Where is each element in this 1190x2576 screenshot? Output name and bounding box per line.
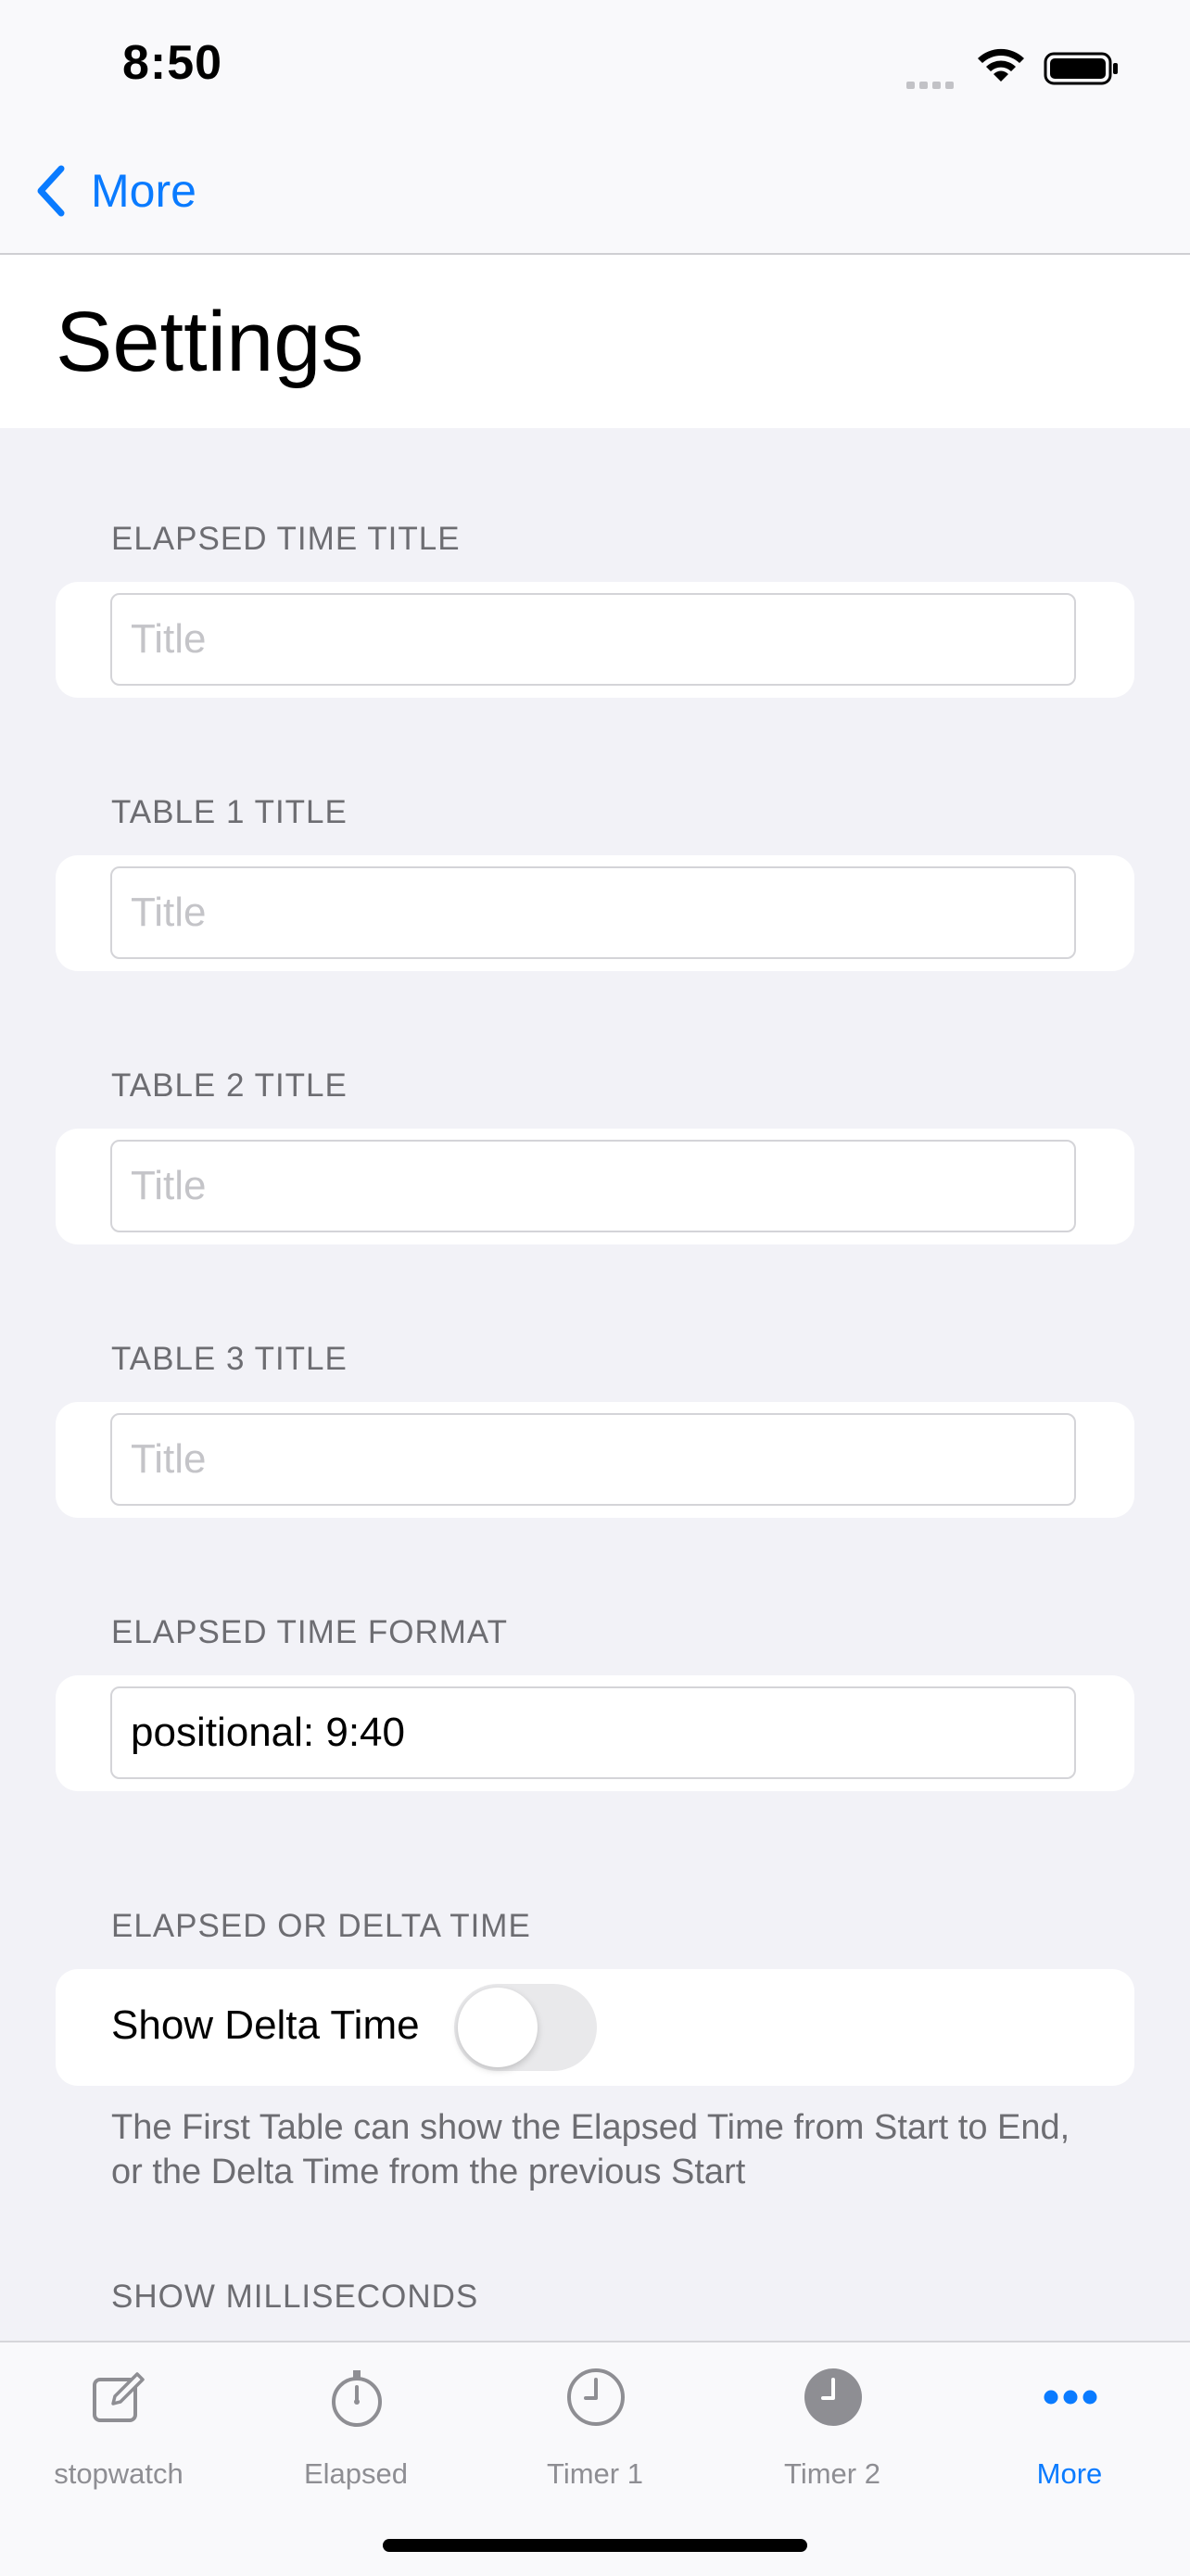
elapsed-time-title-input[interactable] <box>110 593 1076 686</box>
title-bar: Settings <box>0 255 1190 428</box>
cellular-signal-icon <box>906 72 958 89</box>
status-bar: 8:50 <box>0 0 1190 139</box>
chevron-left-icon <box>37 165 65 217</box>
table-2-title-input[interactable] <box>110 1140 1076 1232</box>
table-1-title-input[interactable] <box>110 866 1076 959</box>
tab-label: Timer 2 <box>784 2457 880 2490</box>
tab-label: Elapsed <box>303 2457 409 2490</box>
home-indicator <box>383 2539 807 2552</box>
stopwatch-icon <box>332 2370 382 2427</box>
elapsed-time-format-field[interactable] <box>110 1686 1076 1779</box>
back-button[interactable]: More <box>33 163 196 219</box>
tab-stopwatch[interactable]: stopwatch <box>0 2342 237 2491</box>
table-3-title-input[interactable] <box>110 1413 1076 1506</box>
toggle-knob <box>458 1988 538 2067</box>
toggle-card: Show Delta Time <box>56 1969 1134 2086</box>
show-delta-time-toggle[interactable] <box>454 1984 597 2071</box>
navigation-bar: More <box>0 139 1190 255</box>
field-card <box>56 855 1134 971</box>
show-delta-time-label: Show Delta Time <box>111 2002 420 2048</box>
battery-icon <box>1044 52 1118 85</box>
tab-label: More <box>1036 2457 1103 2490</box>
delta-time-footnote: The First Table can show the Elapsed Tim… <box>111 2108 1070 2191</box>
tab-timer-2[interactable]: Timer 2 <box>714 2342 951 2491</box>
tab-timer-1[interactable]: Timer 1 <box>476 2342 714 2491</box>
field-card <box>56 582 1134 698</box>
clock-outline-icon <box>567 2368 625 2426</box>
section-header: TABLE 3 TITLE <box>111 1341 348 1377</box>
clock-filled-icon <box>804 2368 862 2426</box>
section-header: ELAPSED OR DELTA TIME <box>111 1908 531 1944</box>
tab-more[interactable]: More <box>951 2342 1188 2491</box>
tab-elapsed[interactable]: Elapsed <box>237 2342 475 2491</box>
section-header: ELAPSED TIME TITLE <box>111 521 461 557</box>
tab-label: stopwatch <box>54 2457 184 2490</box>
status-time: 8:50 <box>122 36 223 90</box>
wifi-icon <box>978 48 1024 82</box>
section-header: ELAPSED TIME FORMAT <box>111 1614 509 1650</box>
field-card <box>56 1402 1134 1518</box>
field-card <box>56 1675 1134 1791</box>
compose-icon <box>93 2372 145 2422</box>
back-button-label: More <box>91 165 196 217</box>
page-title: Settings <box>56 295 364 389</box>
more-icon <box>1044 2390 1097 2405</box>
tab-label: Timer 1 <box>547 2457 643 2490</box>
section-header: SHOW MILLISECONDS <box>111 2279 479 2315</box>
field-card <box>56 1129 1134 1244</box>
section-header: TABLE 1 TITLE <box>111 794 348 830</box>
section-header: TABLE 2 TITLE <box>111 1067 348 1104</box>
